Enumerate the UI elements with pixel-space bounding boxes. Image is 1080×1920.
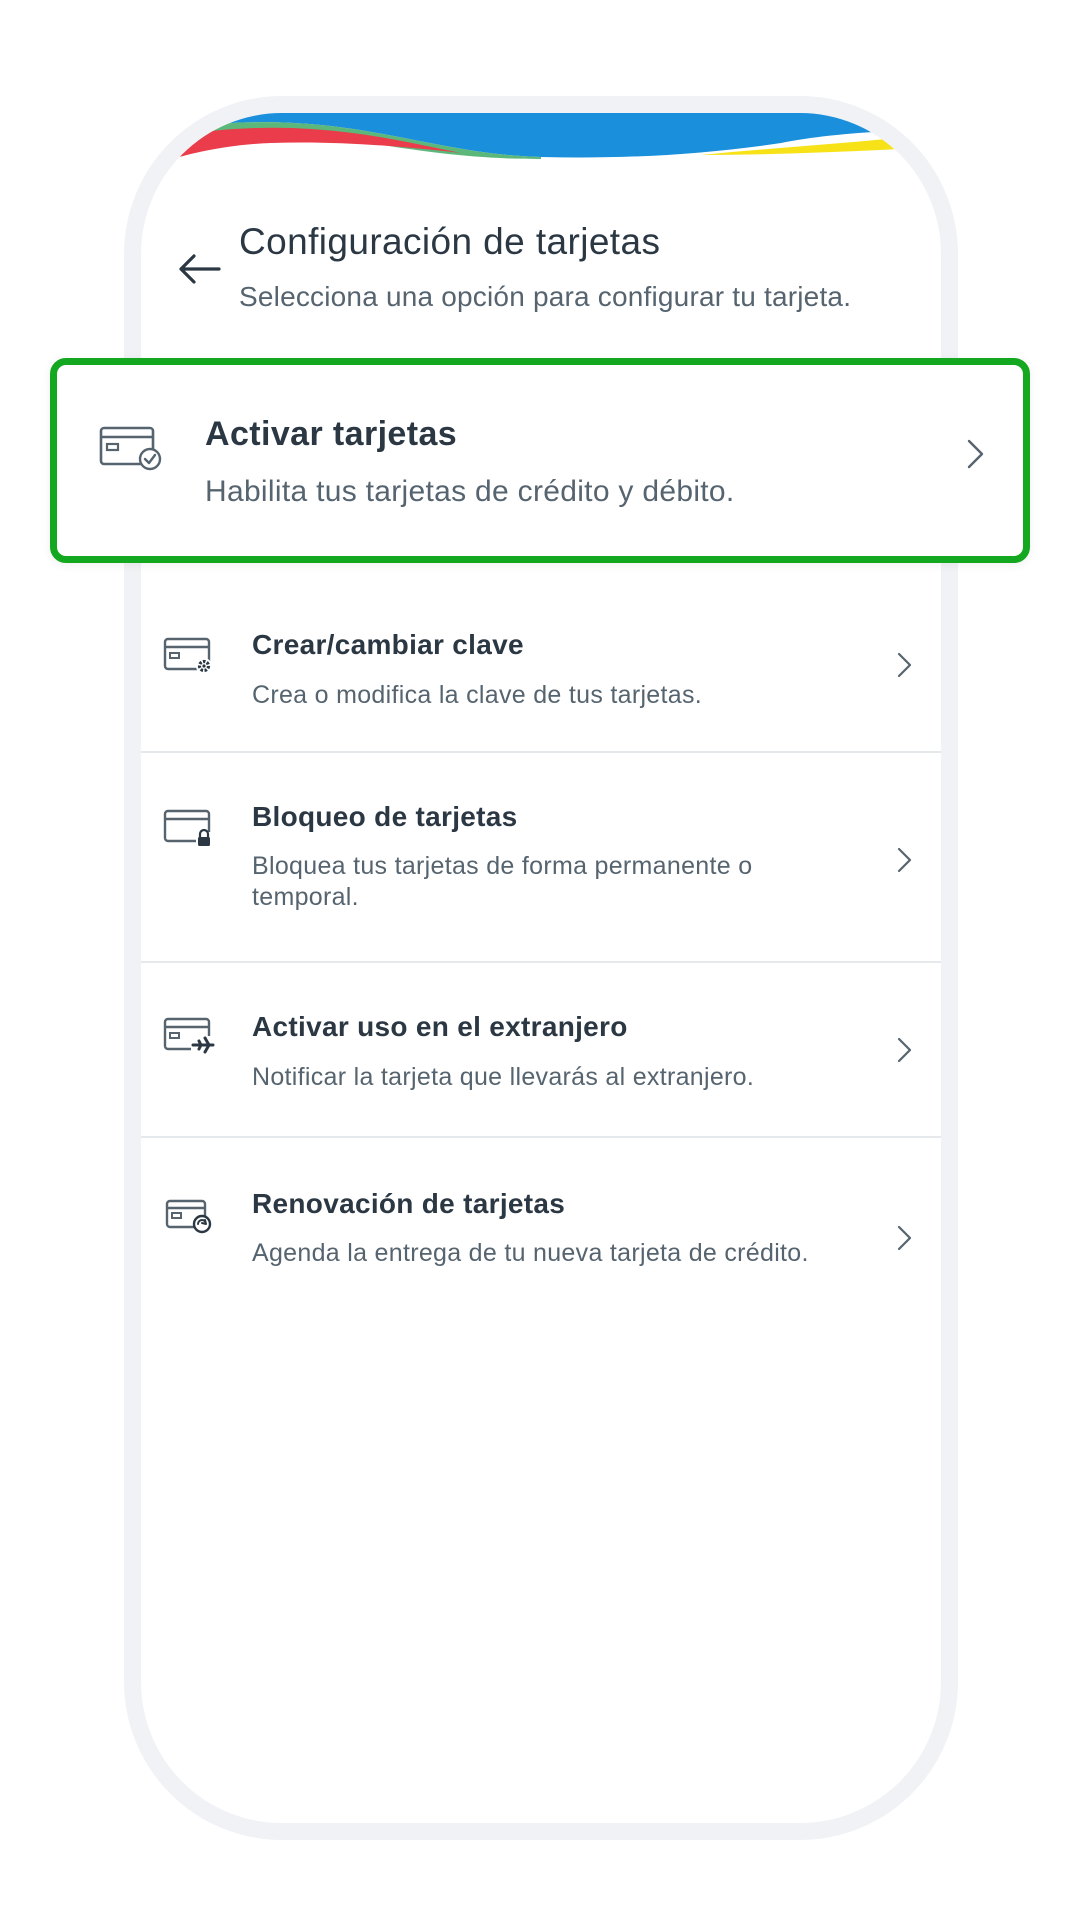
brand-wave-banner: [141, 113, 941, 169]
option-label: Bloqueo de tarjetas: [252, 801, 518, 832]
back-button[interactable]: [171, 241, 227, 297]
page-subtitle: Selecciona una opción para configurar tu…: [239, 281, 852, 312]
option-activar-uso-extranjero[interactable]: Activar uso en el extranjero Notificar l…: [141, 963, 941, 1138]
page-title: Configuración de tarjetas: [239, 221, 661, 262]
option-label: Crear/cambiar clave: [252, 629, 524, 660]
option-activar-tarjetas[interactable]: Activar tarjetas Habilita tus tarjetas d…: [50, 358, 1030, 563]
chevron-right-icon: [897, 652, 912, 678]
option-crear-cambiar-clave[interactable]: Crear/cambiar clave Crea o modifica la c…: [141, 578, 941, 753]
option-description: Agenda la entrega de tu nueva tarjeta de…: [252, 1239, 809, 1267]
option-label: Activar tarjetas: [205, 415, 458, 453]
chevron-right-icon: [897, 1225, 912, 1251]
chevron-right-icon: [897, 847, 912, 873]
option-label: Renovación de tarjetas: [252, 1188, 566, 1219]
card-lock-icon: [163, 809, 212, 846]
card-check-icon: [99, 426, 162, 471]
chevron-right-icon: [897, 1037, 912, 1063]
card-gear-icon: [163, 637, 212, 674]
arrow-left-icon: [179, 254, 221, 284]
card-plane-icon: [163, 1017, 215, 1054]
option-bloqueo-de-tarjetas[interactable]: Bloqueo de tarjetas Bloquea tus tarjetas…: [141, 753, 941, 963]
card-renew-icon: [165, 1199, 212, 1234]
option-description: Notificar la tarjeta que llevarás al ext…: [252, 1063, 755, 1091]
option-renovacion-de-tarjetas[interactable]: Renovación de tarjetas Agenda la entrega…: [141, 1138, 941, 1338]
option-label: Activar uso en el extranjero: [252, 1011, 628, 1042]
chevron-right-icon: [967, 439, 984, 469]
option-description: Habilita tus tarjetas de crédito y débit…: [205, 475, 735, 508]
option-description: Crea o modifica la clave de tus tarjetas…: [252, 681, 703, 709]
option-description: Bloquea tus tarjetas de forma permanente…: [252, 852, 753, 911]
